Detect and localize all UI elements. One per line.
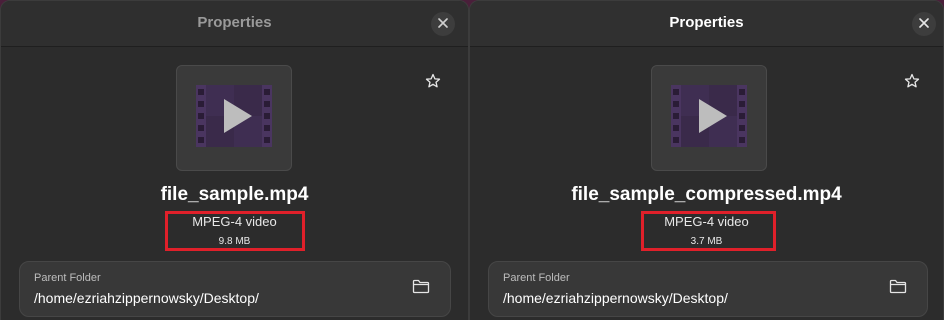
file-name: file_sample.mp4 bbox=[160, 184, 309, 205]
titlebar: Properties bbox=[1, 1, 468, 47]
open-folder-button[interactable] bbox=[412, 279, 430, 299]
video-thumbnail bbox=[176, 65, 292, 171]
parent-folder-label: Parent Folder bbox=[503, 272, 570, 284]
highlight-box bbox=[165, 211, 305, 251]
file-name: file_sample_compressed.mp4 bbox=[571, 184, 842, 205]
parent-folder-label: Parent Folder bbox=[34, 272, 101, 284]
parent-folder-path: /home/ezriahzippernowsky/Desktop/ bbox=[34, 290, 259, 306]
close-button[interactable] bbox=[431, 12, 455, 36]
star-button[interactable] bbox=[902, 73, 922, 93]
parent-folder-path: /home/ezriahzippernowsky/Desktop/ bbox=[503, 290, 728, 306]
highlight-box bbox=[641, 211, 776, 251]
dialog-title: Properties bbox=[669, 14, 744, 31]
star-icon bbox=[425, 73, 441, 94]
parent-folder-row[interactable]: Parent Folder /home/ezriahzippernowsky/D… bbox=[488, 261, 928, 317]
open-folder-button[interactable] bbox=[889, 279, 907, 299]
titlebar: Properties bbox=[470, 1, 943, 47]
folder-icon bbox=[412, 279, 430, 299]
video-thumbnail bbox=[651, 65, 767, 171]
video-file-icon bbox=[192, 81, 276, 156]
close-icon bbox=[919, 15, 929, 33]
properties-dialog-left: Properties file_sample.mp4 MPEG-4 video … bbox=[0, 0, 469, 320]
folder-icon bbox=[889, 279, 907, 299]
parent-folder-row[interactable]: Parent Folder /home/ezriahzippernowsky/D… bbox=[19, 261, 451, 317]
video-file-icon bbox=[667, 81, 751, 156]
dialog-title: Properties bbox=[197, 14, 272, 31]
properties-dialog-right: Properties file_sample_compressed.mp4 MP… bbox=[469, 0, 944, 320]
close-icon bbox=[438, 15, 448, 33]
star-icon bbox=[904, 73, 920, 94]
star-button[interactable] bbox=[423, 73, 443, 93]
desktop: Properties file_sample.mp4 MPEG-4 video … bbox=[0, 0, 944, 320]
close-button[interactable] bbox=[912, 12, 936, 36]
